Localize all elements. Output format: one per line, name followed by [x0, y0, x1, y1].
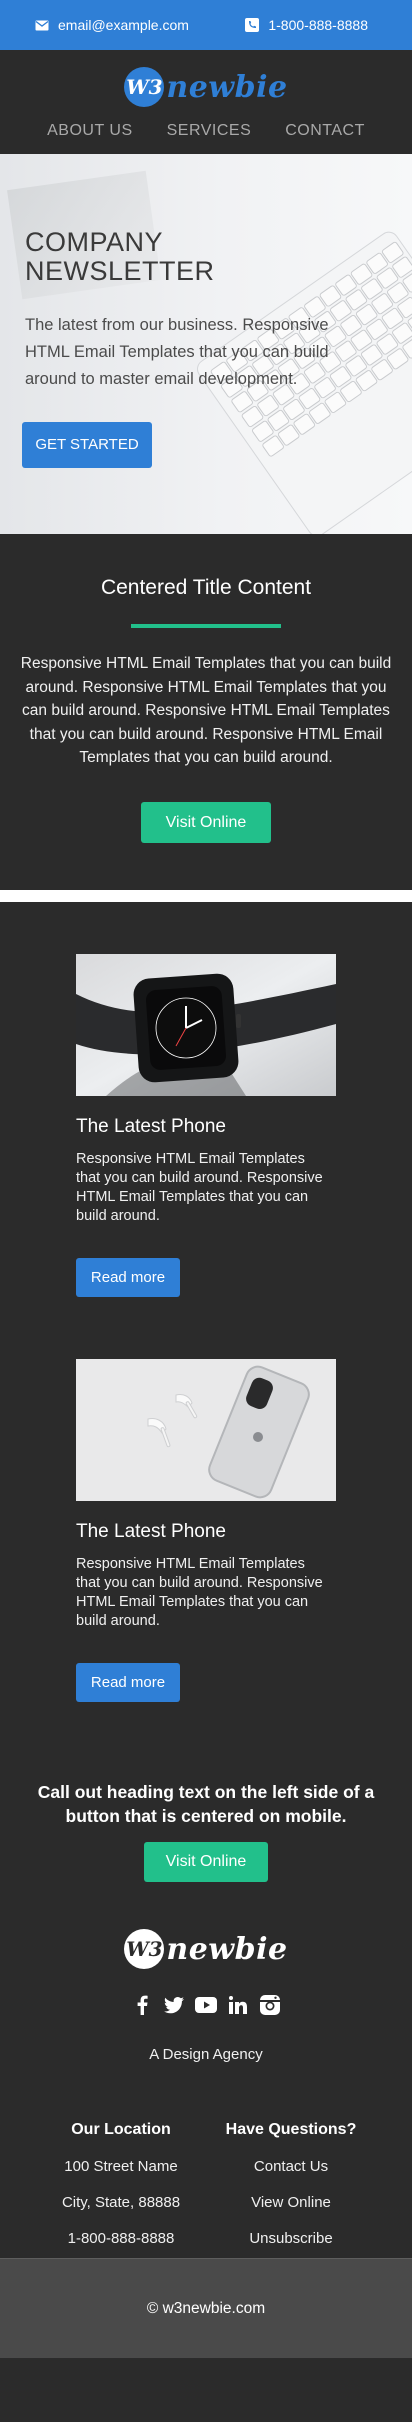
footer: W3 newbie A Design Agency Our Location 1…: [0, 1926, 412, 2247]
main-nav: ABOUT US SERVICES CONTACT: [0, 122, 412, 140]
city-line: City, State, 88888: [61, 2194, 181, 2211]
nav-contact[interactable]: CONTACT: [285, 122, 365, 140]
card-text: Responsive HTML Email Templates that you…: [76, 1151, 323, 1224]
callout-section: Call out heading text on the left side o…: [0, 1780, 412, 1882]
footer-logo-mark: W3: [124, 1929, 165, 1969]
logo-mark: W3: [124, 67, 165, 107]
phone-earbuds-image: [76, 1359, 336, 1501]
card-title: The Latest Phone: [76, 1116, 226, 1137]
instagram-icon[interactable]: [259, 1994, 281, 2016]
read-more-button[interactable]: Read more: [76, 1663, 180, 1702]
view-online-link[interactable]: View Online: [206, 2194, 376, 2211]
envelope-icon: [34, 17, 50, 33]
title-divider: [131, 624, 281, 628]
centered-text: Responsive HTML Email Templates that you…: [20, 655, 392, 766]
footer-columns: Our Location 100 Street Name City, State…: [0, 2121, 412, 2247]
contact-us-link[interactable]: Contact Us: [206, 2158, 376, 2175]
smartwatch-image: [76, 954, 336, 1096]
email-text: email@example.com: [58, 17, 189, 33]
unsubscribe-link[interactable]: Unsubscribe: [206, 2230, 376, 2247]
page-bottom: [0, 2358, 412, 2422]
hero-title: COMPANY NEWSLETTER: [25, 227, 215, 286]
card-text: Responsive HTML Email Templates that you…: [76, 1556, 323, 1629]
copyright-text: © w3newbie.com: [146, 2300, 266, 2317]
product-card-phone: The Latest Phone Responsive HTML Email T…: [76, 1359, 336, 1702]
nav-about-us[interactable]: ABOUT US: [47, 122, 133, 140]
phone-text: 1-800-888-8888: [268, 17, 368, 33]
logo[interactable]: W3 newbie: [0, 50, 412, 110]
phone-link[interactable]: 1-800-888-8888: [244, 17, 368, 33]
visit-online-button[interactable]: Visit Online: [141, 801, 271, 843]
section-separator: [0, 890, 412, 902]
address-line: 100 Street Name: [64, 2158, 178, 2175]
logo-text: newbie: [166, 69, 288, 105]
read-more-button[interactable]: Read more: [76, 1258, 180, 1297]
phone-line: 1-800-888-8888: [67, 2230, 175, 2247]
footer-logo-text: newbie: [166, 1931, 288, 1967]
visit-online-button[interactable]: Visit Online: [144, 1842, 268, 1882]
copyright-bar: © w3newbie.com: [0, 2258, 412, 2359]
callout-heading: Call out heading text on the left side o…: [37, 1782, 375, 1826]
card-title: The Latest Phone: [76, 1521, 226, 1542]
get-started-button[interactable]: GET STARTED: [22, 422, 152, 468]
social-links: [0, 1994, 412, 2016]
location-column: Our Location 100 Street Name City, State…: [36, 2121, 206, 2247]
header: W3 newbie ABOUT US SERVICES CONTACT: [0, 50, 412, 154]
questions-column: Have Questions? Contact Us View Online U…: [206, 2121, 376, 2247]
email-link[interactable]: email@example.com: [34, 17, 189, 33]
facebook-icon[interactable]: [131, 1994, 153, 2016]
hero-text: The latest from our business. Responsive…: [25, 316, 329, 388]
twitter-icon[interactable]: [163, 1994, 185, 2016]
top-bar: email@example.com 1-800-888-8888: [0, 0, 412, 50]
centered-content-section: Centered Title Content Responsive HTML E…: [0, 534, 412, 890]
location-title: Our Location: [71, 2121, 171, 2138]
questions-title: Have Questions?: [225, 2121, 357, 2138]
footer-logo[interactable]: W3 newbie: [0, 1926, 412, 1972]
linkedin-icon[interactable]: [227, 1994, 249, 2016]
youtube-icon[interactable]: [195, 1994, 217, 2016]
nav-services[interactable]: SERVICES: [167, 122, 252, 140]
footer-tagline: A Design Agency: [149, 2046, 263, 2063]
hero-section: COMPANY NEWSLETTER The latest from our b…: [0, 154, 412, 534]
phone-icon: [244, 17, 260, 33]
centered-title: Centered Title Content: [100, 576, 312, 599]
product-card-watch: The Latest Phone Responsive HTML Email T…: [76, 954, 336, 1297]
